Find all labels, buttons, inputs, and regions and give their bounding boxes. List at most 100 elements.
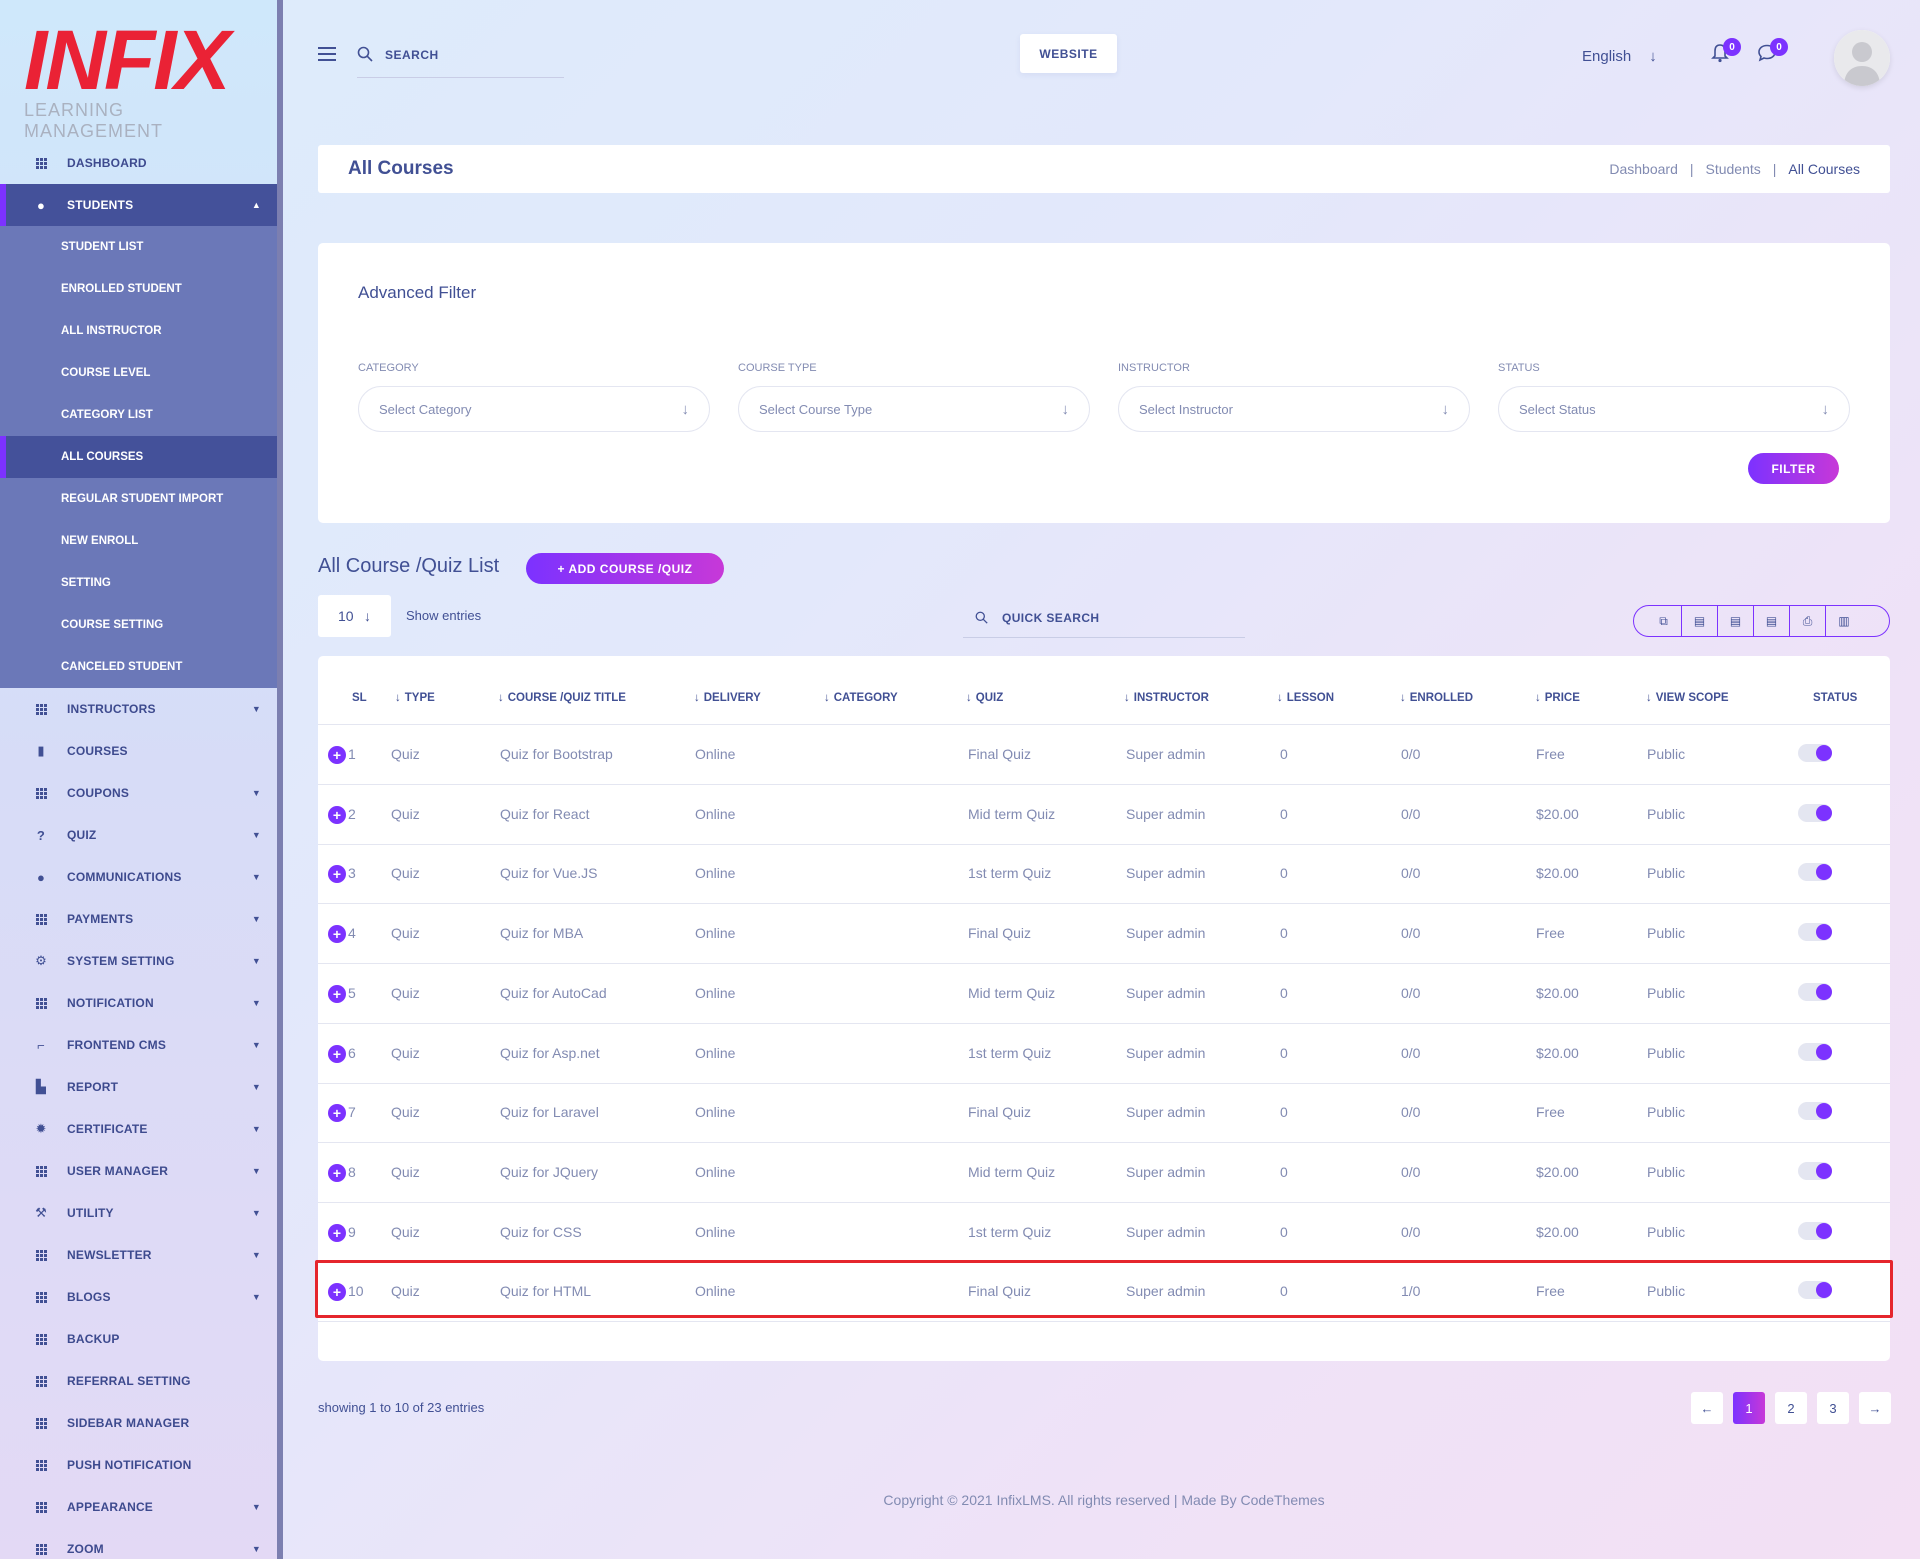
- status-toggle[interactable]: [1798, 1221, 1832, 1240]
- submenu-item-student-list[interactable]: STUDENT LIST: [0, 226, 277, 268]
- status-toggle[interactable]: [1798, 1042, 1832, 1061]
- status-toggle[interactable]: [1798, 803, 1832, 822]
- col-sl[interactable]: SL: [352, 692, 367, 704]
- user-avatar[interactable]: [1834, 30, 1890, 86]
- notification-bell[interactable]: 0: [1709, 38, 1741, 66]
- sidebar-item-certificate[interactable]: ✹ CERTIFICATE ▼: [0, 1108, 277, 1150]
- expand-row-icon[interactable]: +: [328, 984, 346, 1003]
- expand-row-icon[interactable]: +: [328, 865, 346, 884]
- csv-icon[interactable]: ▤: [1718, 606, 1754, 636]
- submenu-item-enrolled-student[interactable]: ENROLLED STUDENT: [0, 268, 277, 310]
- status-toggle[interactable]: [1798, 1102, 1832, 1121]
- status-toggle[interactable]: [1798, 1161, 1832, 1180]
- expand-row-icon[interactable]: +: [328, 1104, 346, 1123]
- sidebar-item-quiz[interactable]: ? QUIZ ▼: [0, 814, 277, 856]
- sidebar-item-user-manager[interactable]: USER MANAGER ▼: [0, 1150, 277, 1192]
- col-lesson[interactable]: ↓ LESSON: [1277, 692, 1334, 704]
- col-view-scope[interactable]: ↓ VIEW SCOPE: [1646, 692, 1729, 704]
- sidebar-item-referral-setting[interactable]: REFERRAL SETTING: [0, 1360, 277, 1402]
- expand-row-icon[interactable]: +: [328, 1044, 346, 1063]
- sidebar-item-students[interactable]: ● STUDENTS ▲: [0, 184, 277, 226]
- submenu-item-new-enroll[interactable]: NEW ENROLL: [0, 520, 277, 562]
- status-toggle[interactable]: [1798, 982, 1832, 1001]
- sidebar-item-instructors[interactable]: INSTRUCTORS ▼: [0, 688, 277, 730]
- status-select[interactable]: Select Status ↓: [1498, 386, 1850, 432]
- page-3-button[interactable]: 3: [1817, 1392, 1849, 1424]
- quick-search-input[interactable]: QUICK SEARCH: [963, 598, 1245, 638]
- status-toggle[interactable]: [1798, 744, 1832, 762]
- submenu-item-category-list[interactable]: CATEGORY LIST: [0, 394, 277, 436]
- sidebar-item-coupons[interactable]: COUPONS ▼: [0, 772, 277, 814]
- submenu-item-regular-student-import[interactable]: REGULAR STUDENT IMPORT: [0, 478, 277, 520]
- submenu-item-all-courses[interactable]: ALL COURSES: [0, 436, 277, 478]
- status-toggle[interactable]: [1798, 1281, 1832, 1300]
- sidebar-item-payments[interactable]: PAYMENTS ▼: [0, 898, 277, 940]
- col-quiz[interactable]: ↓ QUIZ: [966, 692, 1003, 704]
- course-type-select[interactable]: Select Course Type ↓: [738, 386, 1090, 432]
- page-1-button[interactable]: 1: [1733, 1392, 1765, 1424]
- submenu-item-course-setting[interactable]: COURSE SETTING: [0, 604, 277, 646]
- col-category[interactable]: ↓ CATEGORY: [824, 692, 898, 704]
- add-course-button[interactable]: + ADD COURSE /QUIZ: [526, 553, 724, 584]
- pdf-icon[interactable]: ▤: [1754, 606, 1790, 636]
- website-button[interactable]: WEBSITE: [1020, 34, 1117, 73]
- instructor-select[interactable]: Select Instructor ↓: [1118, 386, 1470, 432]
- sidebar-item-courses[interactable]: ▮ COURSES: [0, 730, 277, 772]
- col-enrolled[interactable]: ↓ ENROLLED: [1400, 692, 1473, 704]
- top-search[interactable]: SEARCH: [357, 42, 564, 78]
- submenu-item-course-level[interactable]: COURSE LEVEL: [0, 352, 277, 394]
- sidebar-item-frontend-cms[interactable]: ⌐ FRONTEND CMS ▼: [0, 1024, 277, 1066]
- sidebar-item-utility[interactable]: ⚒ UTILITY ▼: [0, 1192, 277, 1234]
- table-row: +2 Quiz Quiz for React Online Mid term Quiz S…: [318, 786, 1890, 845]
- col-delivery[interactable]: ↓ DELIVERY: [694, 692, 761, 704]
- breadcrumb-dashboard[interactable]: Dashboard: [1609, 161, 1678, 177]
- expand-row-icon[interactable]: +: [328, 1283, 346, 1302]
- submenu-item-setting[interactable]: SETTING: [0, 562, 277, 604]
- menu-toggle-icon[interactable]: [318, 47, 336, 65]
- submenu-item-all-instructor[interactable]: ALL INSTRUCTOR: [0, 310, 277, 352]
- col-instructor[interactable]: ↓ INSTRUCTOR: [1124, 692, 1209, 704]
- col-price[interactable]: ↓ PRICE: [1535, 692, 1580, 704]
- expand-row-icon[interactable]: +: [328, 746, 346, 764]
- prev-page-button[interactable]: ←: [1691, 1392, 1723, 1424]
- sidebar-item-blogs[interactable]: BLOGS ▼: [0, 1276, 277, 1318]
- expand-row-icon[interactable]: +: [328, 1163, 346, 1182]
- sidebar-item-zoom[interactable]: ZOOM ▼: [0, 1528, 277, 1559]
- submenu-item-canceled-student[interactable]: CANCELED STUDENT: [0, 646, 277, 688]
- sidebar-item-communications[interactable]: ● COMMUNICATIONS ▼: [0, 856, 277, 898]
- sidebar-item-notification[interactable]: NOTIFICATION ▼: [0, 982, 277, 1024]
- sidebar-item-backup[interactable]: BACKUP: [0, 1318, 277, 1360]
- expand-row-icon[interactable]: +: [328, 1223, 346, 1242]
- col-type[interactable]: ↓ TYPE: [395, 692, 435, 704]
- next-page-button[interactable]: →: [1859, 1392, 1891, 1424]
- expand-row-icon[interactable]: +: [328, 805, 346, 824]
- sidebar-item-appearance[interactable]: APPEARANCE ▼: [0, 1486, 277, 1528]
- col-title[interactable]: ↓ COURSE /QUIZ TITLE: [498, 692, 626, 704]
- col-status[interactable]: STATUS: [1813, 692, 1857, 704]
- sidebar-item-report[interactable]: ▙ REPORT ▼: [0, 1066, 277, 1108]
- cell-type: Quiz: [391, 984, 420, 1001]
- print-icon[interactable]: ⎙: [1790, 606, 1826, 636]
- columns-icon[interactable]: ▥: [1826, 606, 1862, 636]
- sidebar-item-sidebar-manager[interactable]: SIDEBAR MANAGER: [0, 1402, 277, 1444]
- status-toggle[interactable]: [1798, 923, 1832, 942]
- language-select[interactable]: English ↓: [1582, 48, 1657, 65]
- status-toggle[interactable]: [1798, 863, 1832, 882]
- sidebar-item-label: UTILITY: [67, 1206, 114, 1220]
- category-select[interactable]: Select Category ↓: [358, 386, 710, 432]
- entries-select[interactable]: 10 ↓: [318, 595, 391, 637]
- messages-button[interactable]: 0: [1756, 38, 1788, 66]
- sidebar-item-push-notification[interactable]: PUSH NOTIFICATION: [0, 1444, 277, 1486]
- cell-lesson: 0: [1280, 984, 1288, 1001]
- breadcrumb-students[interactable]: Students: [1706, 161, 1761, 177]
- expand-row-icon[interactable]: +: [328, 925, 346, 944]
- table-row: +10 Quiz Quiz for HTML Online Final Quiz Supe…: [315, 1260, 1893, 1323]
- copy-icon[interactable]: ⧉: [1646, 606, 1682, 636]
- sidebar-item-dashboard[interactable]: DASHBOARD: [0, 142, 277, 184]
- sidebar-item-system-setting[interactable]: ⚙ SYSTEM SETTING ▼: [0, 940, 277, 982]
- logo[interactable]: INFIX LEARNING MANAGEMENT: [24, 18, 264, 141]
- page-2-button[interactable]: 2: [1775, 1392, 1807, 1424]
- sidebar-item-newsletter[interactable]: NEWSLETTER ▼: [0, 1234, 277, 1276]
- excel-icon[interactable]: ▤: [1682, 606, 1718, 636]
- filter-button[interactable]: FILTER: [1748, 453, 1839, 484]
